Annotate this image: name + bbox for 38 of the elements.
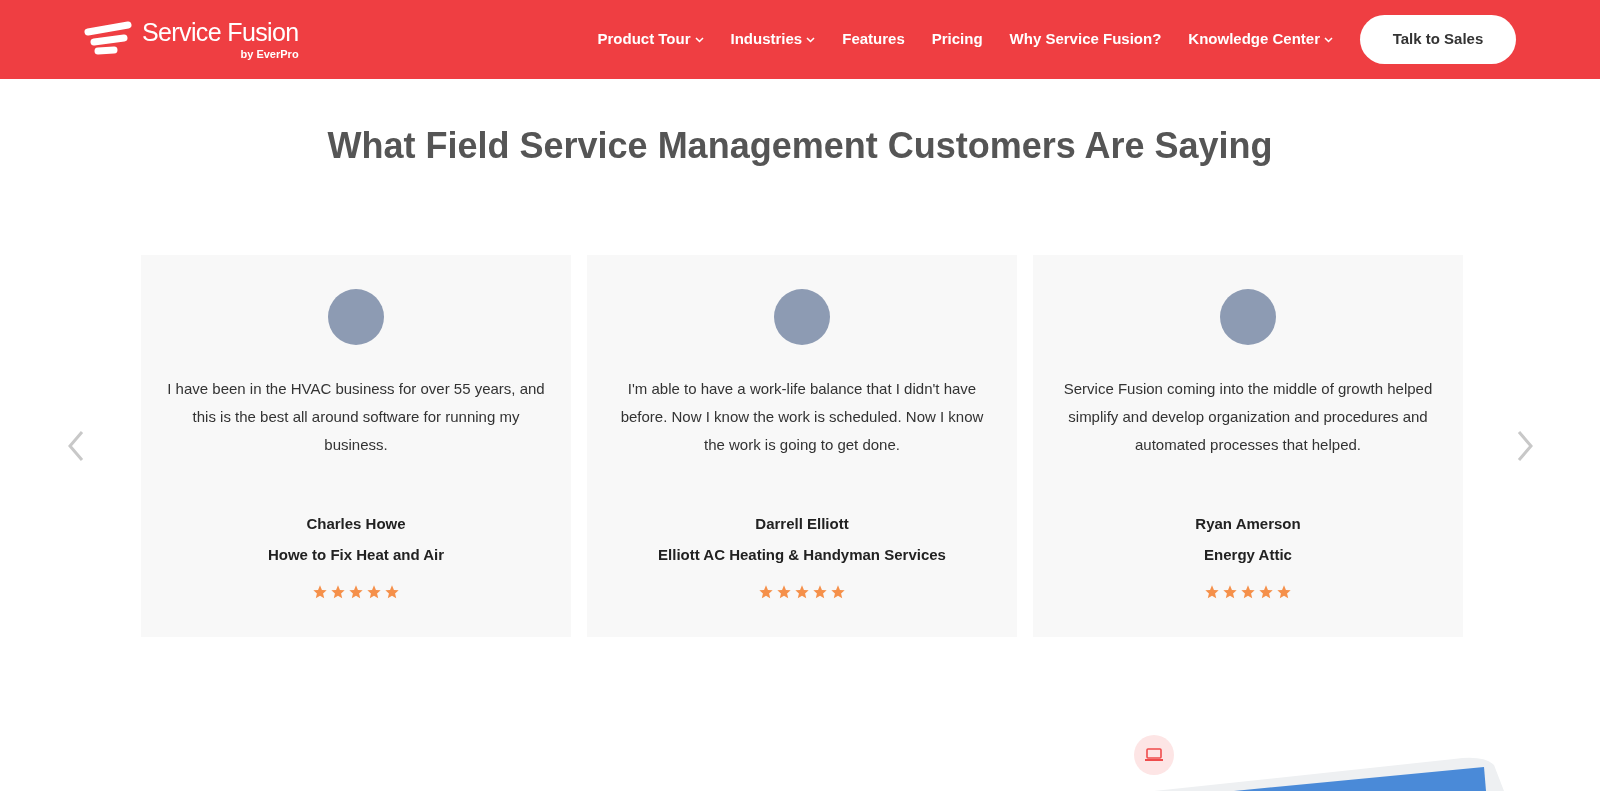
avatar-placeholder: [1220, 289, 1276, 345]
customer-name: Charles Howe: [306, 514, 406, 534]
avatar-placeholder: [774, 289, 830, 345]
star-icon: [348, 584, 364, 600]
star-icon: [812, 584, 828, 600]
nav-link[interactable]: Knowledge Center: [1188, 28, 1333, 51]
nav-link[interactable]: Industries: [730, 28, 816, 51]
star-icon: [794, 584, 810, 600]
nav-link[interactable]: Why Service Fusion?: [1009, 28, 1162, 51]
star-icon: [830, 584, 846, 600]
nav-link[interactable]: Features: [842, 28, 905, 51]
nav-link[interactable]: Pricing: [931, 28, 983, 51]
logo-byline: by EverPro: [240, 48, 299, 60]
star-icon: [776, 584, 792, 600]
company-name: Elliott AC Heating & Handyman Services: [658, 544, 946, 565]
star-icon: [1258, 584, 1274, 600]
logo-wordmark: Service Fusion: [142, 19, 299, 45]
avatar-placeholder: [328, 289, 384, 345]
star-icon: [384, 584, 400, 600]
star-icon: [1204, 584, 1220, 600]
star-icon: [1240, 584, 1256, 600]
section-heading: What Field Service Management Customers Are Saying: [326, 124, 1274, 168]
star-icon: [1222, 584, 1238, 600]
star-icon: [1276, 584, 1292, 600]
testimonial-quote: I'm able to have a work-life balance that I didn't have before. Now I know the work is scheduled. Now I know the work is going to get done.: [619, 379, 985, 455]
laptop-badge-icon: [1134, 735, 1174, 775]
nav-link[interactable]: Product Tour: [597, 28, 704, 51]
talk-to-sales-button[interactable]: Talk to Sales: [1360, 15, 1516, 64]
company-name: Energy Attic: [1204, 544, 1292, 565]
star-icon: [330, 584, 346, 600]
company-name: Howe to Fix Heat and Air: [267, 544, 445, 565]
testimonial-quote: Service Fusion coming into the middle of growth helped simplify and develop organization and procedures and automated processes that helped.: [1062, 379, 1434, 455]
star-icon: [312, 584, 328, 600]
star-icon: [366, 584, 382, 600]
testimonial-quote: I have been in the HVAC business for over 55 years, and this is the best all around software for running my business.: [166, 379, 546, 455]
star-icon: [758, 584, 774, 600]
customer-name: Darrell Elliott: [755, 514, 849, 534]
customer-name: Ryan Amerson: [1195, 514, 1301, 534]
